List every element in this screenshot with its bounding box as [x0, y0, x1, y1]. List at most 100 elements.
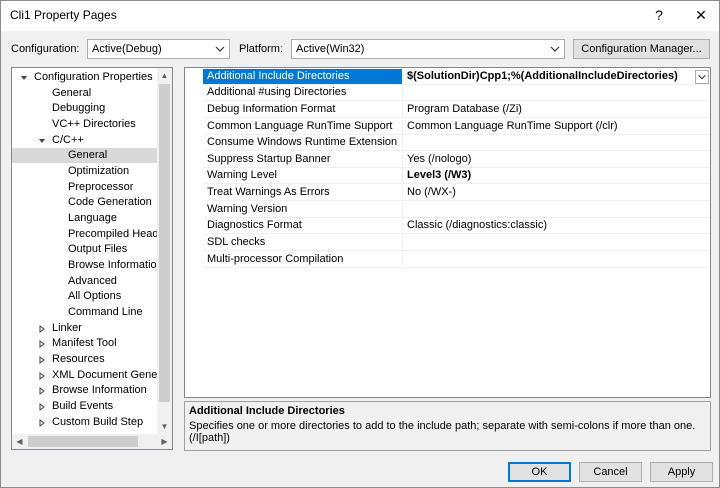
tree-items: Configuration Properties General Debuggi… [12, 68, 158, 448]
property-value[interactable] [407, 135, 710, 150]
configuration-value: Active(Debug) [92, 43, 162, 55]
tree-item-label: C/C++ [52, 134, 84, 146]
scroll-down-icon[interactable]: ▼ [157, 419, 172, 434]
configuration-dropdown[interactable]: Active(Debug) [87, 39, 230, 59]
property-row[interactable]: Warning Level Level3 (/W3) [203, 168, 710, 184]
window-title: Cli1 Property Pages [10, 8, 117, 22]
property-value[interactable] [407, 235, 710, 250]
tree-item-debugging[interactable]: Debugging [52, 101, 105, 116]
apply-button[interactable]: Apply [650, 462, 713, 482]
chevron-down-icon[interactable] [695, 70, 709, 84]
collapsed-arrow-icon[interactable] [38, 372, 46, 380]
tree-item-label: Linker [52, 322, 82, 334]
description-title: Additional Include Directories [189, 405, 345, 417]
property-name: Warning Level [203, 168, 403, 183]
scroll-left-icon[interactable]: ◀ [12, 434, 27, 449]
tree-item-cpp-general[interactable]: General [12, 148, 158, 163]
property-name: SDL checks [203, 235, 403, 250]
tree-horizontal-scrollbar[interactable]: ◀ ▶ [12, 434, 172, 449]
tree-item-label: Build Events [52, 400, 114, 412]
configuration-label: Configuration: [11, 43, 80, 55]
platform-value: Active(Win32) [296, 43, 365, 55]
chevron-down-icon [215, 46, 225, 52]
property-value[interactable] [407, 85, 710, 100]
tree-item-label: Resources [52, 353, 105, 365]
description-text: Specifies one or more directories to add… [189, 420, 696, 444]
tree-item-advanced[interactable]: Advanced [68, 274, 117, 289]
property-name: Diagnostics Format [203, 218, 403, 233]
platform-label: Platform: [239, 43, 284, 55]
help-button[interactable]: ? [641, 1, 677, 31]
property-name: Debug Information Format [203, 102, 403, 117]
tree-item-vc-directories[interactable]: VC++ Directories [52, 117, 136, 132]
property-row[interactable]: Warning Version [203, 202, 710, 218]
scroll-right-icon[interactable]: ▶ [157, 434, 172, 449]
property-name: Additional #using Directories [203, 85, 403, 100]
collapsed-arrow-icon[interactable] [38, 419, 46, 427]
property-row[interactable]: Additional #using Directories [203, 85, 710, 101]
property-value[interactable] [407, 252, 710, 267]
property-value[interactable]: Classic (/diagnostics:classic) [407, 218, 710, 233]
property-name: Treat Warnings As Errors [203, 185, 403, 200]
tree-item-precompiled-headers[interactable]: Precompiled Heade [68, 227, 158, 242]
property-value[interactable]: $(SolutionDir)Cpp1;%(AdditionalIncludeDi… [407, 69, 710, 84]
property-row[interactable]: Multi-processor Compilation [203, 252, 710, 268]
tree-item-language[interactable]: Language [68, 211, 117, 226]
expanded-arrow-icon[interactable] [20, 74, 28, 82]
property-row[interactable]: Treat Warnings As Errors No (/WX-) [203, 185, 710, 201]
tree-item-label: Configuration Properties [34, 71, 153, 83]
property-name: Multi-processor Compilation [203, 252, 403, 267]
property-name: Suppress Startup Banner [203, 152, 403, 167]
property-row[interactable]: Common Language RunTime Support Common L… [203, 119, 710, 135]
tree-item-code-generation[interactable]: Code Generation [68, 195, 152, 210]
tree-item-output-files[interactable]: Output Files [68, 242, 127, 257]
expanded-arrow-icon[interactable] [38, 137, 46, 145]
property-row[interactable]: Debug Information Format Program Databas… [203, 102, 710, 118]
tree-item-label: Custom Build Step [52, 416, 144, 428]
tree-item-label: Browse Information [52, 384, 147, 396]
property-name: Common Language RunTime Support [203, 119, 403, 134]
property-value[interactable] [407, 202, 710, 217]
property-value[interactable]: Program Database (/Zi) [407, 102, 710, 117]
property-row[interactable]: Consume Windows Runtime Extension [203, 135, 710, 151]
property-pages-window: Cli1 Property Pages ? ✕ Configuration: A… [0, 0, 720, 488]
scroll-thumb[interactable] [159, 84, 170, 402]
tree-item-label: XML Document Genera [52, 369, 158, 381]
tree-item-general[interactable]: General [52, 86, 91, 101]
property-row[interactable]: Suppress Startup Banner Yes (/nologo) [203, 152, 710, 168]
property-tree: Configuration Properties General Debuggi… [11, 67, 173, 450]
property-grid: Additional Include Directories $(Solutio… [184, 67, 711, 398]
tree-item-optimization[interactable]: Optimization [68, 164, 129, 179]
collapsed-arrow-icon[interactable] [38, 403, 46, 411]
chevron-down-icon [550, 46, 560, 52]
property-row[interactable]: Diagnostics Format Classic (/diagnostics… [203, 218, 710, 234]
cancel-button[interactable]: Cancel [579, 462, 642, 482]
collapsed-arrow-icon[interactable] [38, 387, 46, 395]
property-value[interactable]: Yes (/nologo) [407, 152, 710, 167]
tree-item-label: Manifest Tool [52, 337, 117, 349]
platform-dropdown[interactable]: Active(Win32) [291, 39, 565, 59]
property-name: Warning Version [203, 202, 403, 217]
property-value[interactable]: Level3 (/W3) [407, 168, 710, 183]
property-row[interactable]: SDL checks [203, 235, 710, 251]
scroll-thumb[interactable] [28, 436, 138, 447]
tree-item-browse-information[interactable]: Browse Information [68, 258, 158, 273]
tree-vertical-scrollbar[interactable]: ▲ ▼ [157, 68, 172, 434]
configuration-manager-button[interactable]: Configuration Manager... [573, 39, 710, 59]
title-bar: Cli1 Property Pages ? ✕ [1, 1, 719, 31]
tree-item-command-line[interactable]: Command Line [68, 305, 143, 320]
tree-item-all-options[interactable]: All Options [68, 289, 121, 304]
close-button[interactable]: ✕ [683, 1, 719, 31]
scroll-up-icon[interactable]: ▲ [157, 68, 172, 83]
property-name: Additional Include Directories [203, 69, 403, 84]
collapsed-arrow-icon[interactable] [38, 356, 46, 364]
tree-item-label: General [68, 149, 108, 161]
collapsed-arrow-icon[interactable] [38, 340, 46, 348]
property-row[interactable]: Additional Include Directories $(Solutio… [203, 69, 710, 85]
collapsed-arrow-icon[interactable] [38, 325, 46, 333]
ok-button[interactable]: OK [508, 462, 571, 482]
property-value[interactable]: Common Language RunTime Support (/clr) [407, 119, 710, 134]
property-value[interactable]: No (/WX-) [407, 185, 710, 200]
tree-item-preprocessor[interactable]: Preprocessor [68, 180, 133, 195]
description-panel: Additional Include Directories Specifies… [184, 401, 711, 451]
